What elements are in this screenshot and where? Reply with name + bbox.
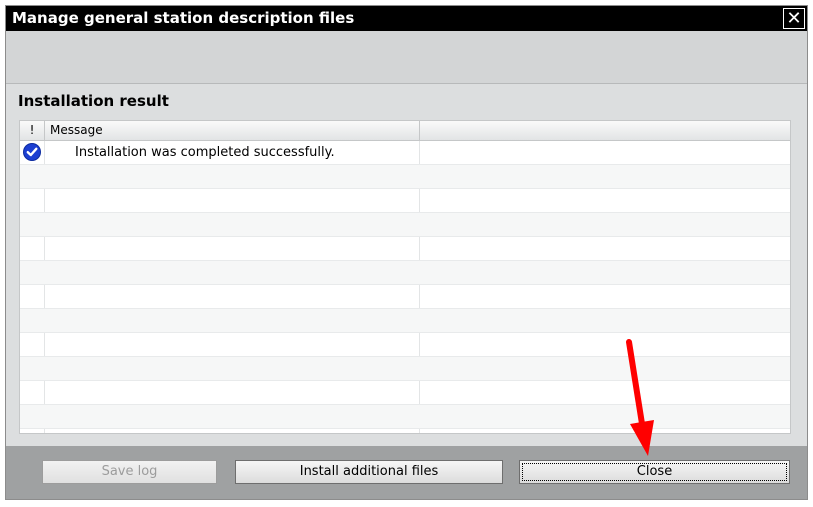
- top-empty-area: [6, 31, 807, 84]
- table-row: [20, 165, 790, 189]
- close-button[interactable]: Close: [519, 460, 790, 484]
- table-row: [20, 189, 790, 213]
- manage-gsd-dialog: Manage general station description files…: [5, 5, 808, 500]
- column-header-status[interactable]: !: [20, 121, 45, 141]
- table-row: [20, 213, 790, 237]
- success-check-icon: [24, 144, 40, 160]
- installation-result-panel: Installation result ! Message Installati…: [6, 84, 807, 446]
- table-header: ! Message: [20, 121, 790, 141]
- table-row: [20, 357, 790, 381]
- table-row: [20, 285, 790, 309]
- close-window-button[interactable]: ✕: [783, 8, 805, 29]
- title-bar: Manage general station description files…: [6, 6, 807, 31]
- table-row[interactable]: Installation was completed successfully.: [20, 141, 790, 165]
- close-icon: ✕: [786, 8, 802, 29]
- table-row: [20, 261, 790, 285]
- button-bar: Save log Install additional files Close: [6, 446, 807, 499]
- column-header-empty: [420, 121, 790, 141]
- result-table: ! Message Installation was completed suc…: [19, 120, 791, 434]
- row-message: Installation was completed successfully.: [75, 145, 335, 160]
- table-row: [20, 381, 790, 405]
- dialog-title: Manage general station description files: [12, 9, 355, 27]
- column-header-message[interactable]: Message: [45, 121, 420, 141]
- red-arrow-annotation: [626, 339, 654, 456]
- table-row: [20, 405, 790, 429]
- install-additional-files-button[interactable]: Install additional files: [235, 460, 503, 484]
- table-row: [20, 333, 790, 357]
- table-row: [20, 237, 790, 261]
- table-row: [20, 309, 790, 333]
- save-log-button[interactable]: Save log: [42, 460, 217, 484]
- section-title: Installation result: [18, 92, 169, 110]
